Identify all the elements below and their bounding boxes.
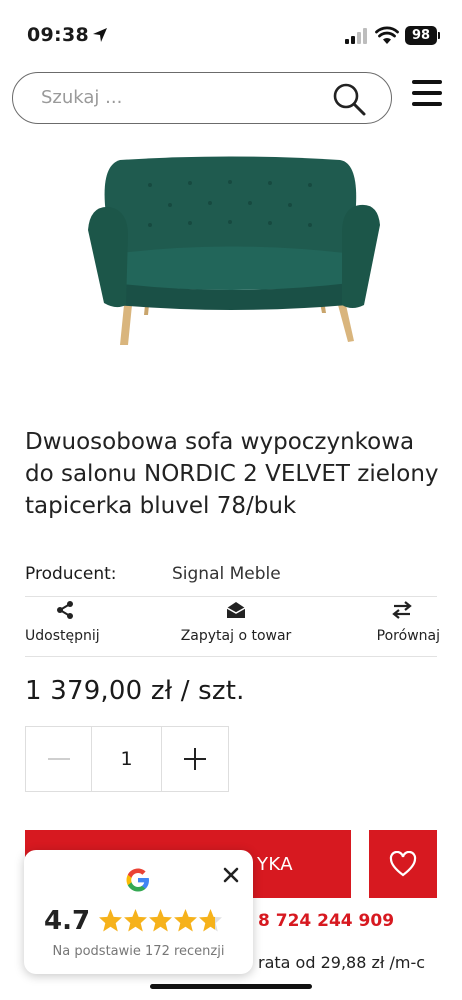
- signal-icon: [345, 28, 367, 44]
- product-title: Dwuosobowa sofa wypoczynkowa do salonu N…: [25, 429, 439, 519]
- divider: [25, 596, 437, 597]
- star-icon: [124, 909, 147, 932]
- envelope-open-icon: [226, 602, 246, 618]
- battery-cap: [438, 32, 440, 39]
- google-logo-icon: [126, 868, 149, 892]
- status-time: 09:38: [27, 24, 89, 46]
- share-button[interactable]: Udostępnij: [25, 600, 105, 644]
- google-reviews-widget[interactable]: 4.7 Na podstawie 172 recenzji: [24, 850, 253, 974]
- share-label: Udostępnij: [25, 628, 100, 644]
- compare-arrows-icon: [392, 601, 412, 619]
- product-price: 1 379,00 zł / szt.: [25, 676, 245, 706]
- quantity-field[interactable]: 1: [92, 727, 162, 791]
- ask-question-button[interactable]: Zapytaj o towar: [176, 600, 296, 644]
- phone-number[interactable]: 8 724 244 909: [258, 911, 394, 931]
- heart-icon: [389, 851, 417, 877]
- search-input[interactable]: [41, 87, 321, 108]
- add-to-cart-label: YKA: [257, 853, 293, 875]
- divider: [25, 656, 437, 657]
- star-icon: [174, 909, 197, 932]
- wishlist-button[interactable]: [369, 830, 437, 898]
- star-icon: [99, 909, 122, 932]
- rating-value: 4.7: [44, 906, 91, 936]
- close-icon[interactable]: [222, 866, 240, 884]
- location-arrow-icon: [93, 28, 107, 42]
- star-icon: [149, 909, 172, 932]
- wifi-icon: [375, 26, 399, 44]
- compare-label: Porównaj: [376, 628, 440, 644]
- plus-icon: [184, 748, 206, 770]
- battery-icon: 98: [405, 26, 437, 45]
- quantity-stepper: 1: [25, 726, 229, 792]
- home-indicator: [150, 984, 312, 989]
- installment-info[interactable]: rata od 29,88 zł /m-c: [258, 953, 425, 972]
- producer-link[interactable]: Signal Meble: [172, 564, 281, 584]
- search-icon[interactable]: [331, 81, 367, 117]
- star-rating: [98, 908, 223, 933]
- star-icon: [199, 909, 222, 932]
- review-count: Na podstawie 172 recenzji: [52, 944, 225, 959]
- hamburger-menu-icon[interactable]: [412, 80, 442, 108]
- minus-icon: [47, 758, 70, 760]
- increase-quantity-button[interactable]: [162, 727, 228, 791]
- compare-button[interactable]: Porównaj: [362, 600, 440, 644]
- ask-label: Zapytaj o towar: [180, 628, 292, 644]
- share-icon: [57, 601, 73, 619]
- decrease-quantity-button[interactable]: [26, 727, 92, 791]
- product-image: [88, 156, 380, 345]
- status-bar: 09:38 98: [0, 0, 462, 70]
- producer-label: Producent:: [25, 564, 117, 584]
- search-bar[interactable]: [12, 72, 392, 124]
